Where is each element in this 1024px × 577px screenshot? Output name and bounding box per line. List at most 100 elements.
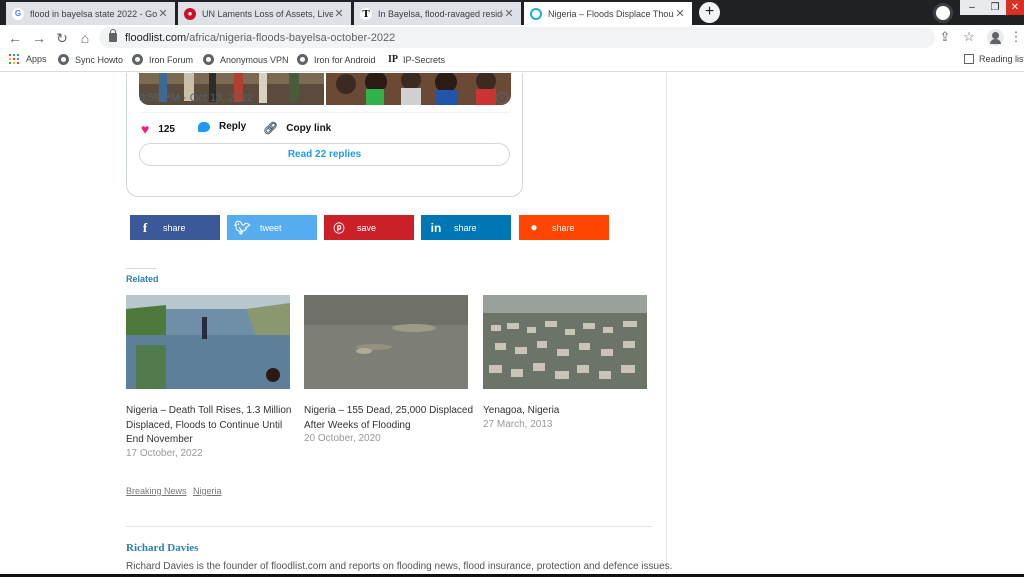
url-host: floodlist.com <box>125 31 187 44</box>
tab-title: Nigeria – Floods Displace Thousa <box>548 8 674 19</box>
bookmark-anonymous-vpn[interactable]: Anonymous VPN <box>203 54 289 65</box>
bookmark-label: Anonymous VPN <box>220 54 289 65</box>
related-thumbnail[interactable] <box>126 295 290 389</box>
tab-title: In Bayelsa, flood-ravaged residen <box>378 8 503 19</box>
bookmark-star-icon[interactable]: ☆ <box>960 29 978 45</box>
tab-bayelsa-residents[interactable]: T In Bayelsa, flood-ravaged residen ✕ <box>354 2 521 25</box>
close-tab-icon[interactable]: ✕ <box>157 7 169 20</box>
twitter-share-button[interactable]: 🐦︎ tweet <box>227 215 317 240</box>
twitter-icon: 🐦︎ <box>234 219 251 235</box>
close-tab-icon[interactable]: ✕ <box>503 7 515 20</box>
related-post-date: 27 March, 2013 <box>483 419 553 430</box>
close-window-button[interactable]: ✕ <box>1006 0 1024 15</box>
bookmark-label: Apps <box>26 54 47 64</box>
related-post-title[interactable]: Nigeria – Death Toll Rises, 1.3 Million … <box>126 404 296 448</box>
reddit-share-button[interactable]: ● share <box>519 215 609 240</box>
reply-label: Reply <box>219 121 247 132</box>
new-tab-button[interactable]: + <box>699 2 720 23</box>
globe-icon <box>297 54 308 65</box>
share-page-icon[interactable]: ⇪ <box>936 29 954 45</box>
bookmark-sync-howto[interactable]: Sync Howto <box>58 54 123 65</box>
tab-google-search[interactable]: G flood in bayelsa state 2022 - Goo ✕ <box>6 2 175 25</box>
maximize-button[interactable]: ❐ <box>984 0 1006 15</box>
related-heading: Related <box>126 274 159 284</box>
related-thumbnail[interactable] <box>304 295 468 389</box>
flood-river-image <box>304 295 468 389</box>
copy-link-button[interactable]: 🔗︎ Copy link <box>263 121 331 135</box>
info-icon[interactable]: i <box>496 92 508 104</box>
minimize-button[interactable]: – <box>960 0 984 15</box>
tab-search-icon[interactable] <box>933 3 953 23</box>
heart-icon: ♥ <box>141 121 150 137</box>
tag-link[interactable]: Nigeria <box>193 486 222 496</box>
tab-un-laments[interactable]: ● UN Laments Loss of Assets, Lives ✕ <box>178 2 351 25</box>
close-tab-icon[interactable]: ✕ <box>333 7 345 20</box>
embedded-tweet: 9:59 PM · Oct 13, 2022 i ♥ 125 Reply 🔗︎ … <box>126 73 523 197</box>
lock-icon[interactable] <box>109 29 117 42</box>
reply-bubble-icon <box>198 121 210 132</box>
globe-icon <box>132 54 143 65</box>
reddit-icon: ● <box>530 220 538 234</box>
tab-title: UN Laments Loss of Assets, Lives <box>202 8 333 19</box>
telegraph-icon: T <box>360 7 372 20</box>
tab-strip: G flood in bayelsa state 2022 - Goo ✕ ● … <box>0 0 1024 25</box>
floodlist-icon <box>530 7 542 20</box>
bookmark-iron-for-android[interactable]: Iron for Android <box>297 54 376 65</box>
tweet-photo[interactable] <box>326 73 511 105</box>
share-label: save <box>357 222 377 233</box>
reply-button[interactable]: Reply <box>198 121 246 132</box>
share-label: share <box>454 222 477 233</box>
like-count: 125 <box>158 123 175 135</box>
author-bio: Richard Davies is the founder of floodli… <box>126 561 673 572</box>
like-button[interactable]: ♥ 125 <box>141 121 175 137</box>
bookmarks-bar: Apps Sync Howto Iron Forum Anonymous VPN… <box>0 50 1024 72</box>
share-label: tweet <box>260 222 282 233</box>
post-tags: Breaking News Nigeria <box>126 486 226 496</box>
reading-list-icon <box>964 54 974 64</box>
url-path: /africa/nigeria-floods-bayelsa-october-2… <box>186 31 396 44</box>
related-post-title[interactable]: Yenagoa, Nigeria <box>483 404 653 419</box>
reading-list-button[interactable]: Reading list <box>964 54 1024 64</box>
copy-link-label: Copy link <box>286 122 332 134</box>
bookmark-ip-secrets[interactable]: IP IP-Secrets <box>388 54 445 65</box>
news-icon: ● <box>184 7 196 20</box>
related-post-date: 20 October, 2020 <box>304 433 381 444</box>
author-divider <box>126 526 652 527</box>
crowd-photo-image <box>326 73 511 105</box>
tweet-timestamp[interactable]: 9:59 PM · Oct 13, 2022 <box>139 92 253 104</box>
pinterest-save-button[interactable]: ⓟ save <box>324 215 414 240</box>
profile-avatar-icon[interactable] <box>987 29 1004 46</box>
globe-icon <box>58 54 69 65</box>
tab-floodlist-active[interactable]: Nigeria – Floods Displace Thousa ✕ <box>524 2 692 25</box>
bookmark-apps[interactable]: Apps <box>9 54 47 64</box>
linkedin-icon: in <box>430 220 442 235</box>
google-icon: G <box>12 7 24 20</box>
flooded-town-aerial-image <box>483 295 647 389</box>
back-icon[interactable]: ← <box>6 29 24 47</box>
tag-link[interactable]: Breaking News <box>126 486 187 496</box>
browser-toolbar: ← → ↻ ⌂ floodlist.com/africa/nigeria-flo… <box>0 25 1024 50</box>
related-post-title[interactable]: Nigeria – 155 Dead, 25,000 Displaced Aft… <box>304 404 476 433</box>
linkedin-share-button[interactable]: in share <box>421 215 511 240</box>
address-bar[interactable]: floodlist.com/africa/nigeria-floods-baye… <box>99 27 935 48</box>
ip-icon: IP <box>388 54 398 65</box>
reload-icon[interactable]: ↻ <box>53 29 71 47</box>
author-name[interactable]: Richard Davies <box>126 542 198 554</box>
facebook-share-button[interactable]: f share <box>130 215 220 240</box>
share-label: share <box>163 222 186 233</box>
read-replies-button[interactable]: Read 22 replies <box>139 143 510 166</box>
forward-icon[interactable]: → <box>30 29 48 47</box>
close-tab-icon[interactable]: ✕ <box>674 7 686 20</box>
share-label: share <box>552 222 575 233</box>
bookmark-label: Iron Forum <box>149 54 194 65</box>
menu-kebab-icon[interactable]: ⋮ <box>1007 29 1024 45</box>
bookmark-label: Reading list <box>979 54 1024 64</box>
related-divider <box>126 268 156 269</box>
related-thumbnail[interactable] <box>483 295 647 389</box>
tweet-divider <box>139 112 510 113</box>
home-icon[interactable]: ⌂ <box>76 29 94 47</box>
bookmark-label: Sync Howto <box>75 54 124 65</box>
related-post-date: 17 October, 2022 <box>126 448 203 459</box>
bookmark-iron-forum[interactable]: Iron Forum <box>132 54 193 65</box>
bookmark-label: IP-Secrets <box>403 54 446 65</box>
